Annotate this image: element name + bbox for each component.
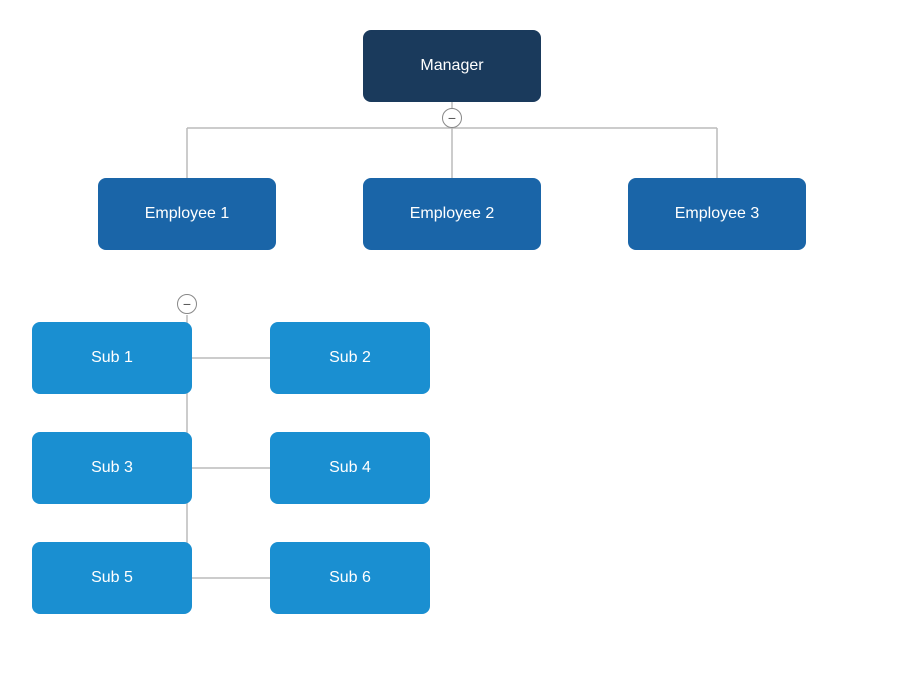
- sub4-label: Sub 4: [329, 458, 371, 479]
- sub3-label: Sub 3: [91, 458, 133, 479]
- sub5-label: Sub 5: [91, 568, 133, 589]
- manager-node: Manager: [363, 30, 541, 102]
- sub6-node: Sub 6: [270, 542, 430, 614]
- sub5-node: Sub 5: [32, 542, 192, 614]
- manager-toggle[interactable]: −: [442, 108, 462, 128]
- employee2-node: Employee 2: [363, 178, 541, 250]
- sub3-node: Sub 3: [32, 432, 192, 504]
- employee2-label: Employee 2: [410, 204, 495, 225]
- sub2-node: Sub 2: [270, 322, 430, 394]
- sub2-label: Sub 2: [329, 348, 371, 369]
- sub1-node: Sub 1: [32, 322, 192, 394]
- sub6-label: Sub 6: [329, 568, 371, 589]
- sub1-label: Sub 1: [91, 348, 133, 369]
- sub4-node: Sub 4: [270, 432, 430, 504]
- org-chart: Manager − Employee 1 Employee 2 Employee…: [0, 0, 904, 696]
- manager-label: Manager: [420, 56, 483, 77]
- employee1-toggle-icon: −: [183, 297, 191, 311]
- employee3-node: Employee 3: [628, 178, 806, 250]
- employee1-toggle[interactable]: −: [177, 294, 197, 314]
- employee1-label: Employee 1: [145, 204, 230, 225]
- employee1-node: Employee 1: [98, 178, 276, 250]
- employee3-label: Employee 3: [675, 204, 760, 225]
- manager-toggle-icon: −: [448, 111, 456, 125]
